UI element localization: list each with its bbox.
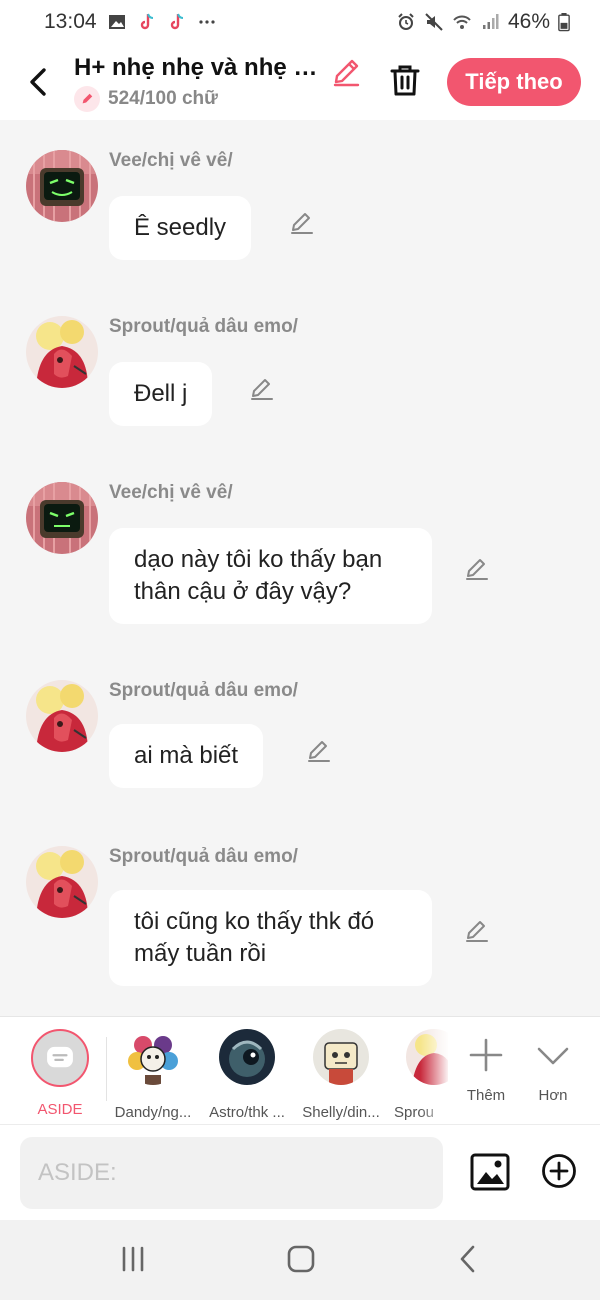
character-label: Astro/thk ... — [209, 1104, 285, 1121]
message-bubble[interactable]: Ê seedly — [109, 196, 252, 260]
character-astro[interactable]: Astro/thk ... — [204, 1029, 290, 1121]
character-label: Shelly/din... — [302, 1104, 380, 1121]
plus-icon — [469, 1038, 503, 1072]
wifi-icon — [453, 15, 471, 29]
edit-message-icon[interactable] — [249, 376, 275, 402]
message-bubble[interactable]: dạo này tôi ko thấy bạn thân cậu ở đây v… — [109, 528, 432, 624]
chat-message: Vee/chị vê vê/ Ê seedly — [0, 150, 600, 270]
message-bubble[interactable]: tôi cũng ko thấy thk đó mấy tuần rồi — [109, 890, 432, 986]
speaker-name: Vee/chị vê vê/ — [109, 150, 233, 171]
character-label: ASIDE — [37, 1101, 83, 1118]
edit-title-icon[interactable] — [330, 56, 362, 88]
character-aside[interactable]: ASIDE — [18, 1029, 102, 1118]
speaker-name: Sprout/quả dâu emo/ — [109, 316, 298, 337]
battery-percent: 46% — [507, 10, 550, 33]
pencil-icon — [74, 86, 100, 112]
gallery-icon — [108, 15, 125, 29]
scroll-fade — [420, 1017, 450, 1125]
character-shelly[interactable]: Shelly/din... — [298, 1029, 384, 1121]
edit-message-icon[interactable] — [464, 918, 490, 944]
edit-message-icon[interactable] — [464, 556, 490, 582]
message-bubble[interactable]: ai mà biết — [109, 724, 264, 788]
more-dots-icon — [198, 20, 215, 24]
back-icon[interactable] — [24, 62, 54, 102]
edit-message-icon[interactable] — [289, 210, 315, 236]
tiktok-icon — [140, 13, 153, 30]
aside-icon — [31, 1029, 89, 1087]
status-bar: 13:04 46% — [0, 0, 600, 44]
add-circle-icon[interactable] — [541, 1153, 577, 1189]
shelly-avatar — [313, 1029, 369, 1085]
character-dandy[interactable]: Dandy/ng... — [110, 1029, 196, 1121]
tiktok-icon — [170, 13, 183, 30]
sprout-avatar[interactable] — [26, 680, 98, 752]
astro-avatar — [219, 1029, 275, 1085]
chat-message: Vee/chị vê vê/ dạo này tôi ko thấy bạn t… — [0, 482, 600, 642]
sprout-avatar[interactable] — [26, 846, 98, 918]
speaker-name: Sprout/quả dâu emo/ — [109, 680, 298, 701]
message-bubble[interactable]: Đell j — [109, 362, 213, 426]
status-time: 13:04 — [44, 10, 97, 33]
dandy-avatar — [125, 1029, 181, 1085]
recent-apps-icon[interactable] — [116, 1244, 150, 1274]
speaker-name: Vee/chị vê vê/ — [109, 482, 233, 503]
battery-icon — [558, 13, 570, 32]
alarm-icon — [398, 13, 414, 30]
image-icon[interactable] — [470, 1153, 510, 1191]
edit-message-icon[interactable] — [306, 738, 332, 764]
vee-avatar[interactable] — [26, 482, 98, 554]
add-label: Thêm — [466, 1087, 506, 1104]
back-nav-icon[interactable] — [452, 1244, 486, 1274]
divider — [106, 1037, 107, 1101]
trash-icon[interactable] — [388, 62, 422, 98]
compose-bar — [0, 1124, 600, 1220]
add-character-button[interactable]: Thêm — [458, 1029, 514, 1104]
chat-message: Sprout/quả dâu emo/ ai mà biết — [0, 680, 600, 800]
chat-list: Vee/chị vê vê/ Ê seedly Sprout/quả dâu e… — [0, 120, 600, 1016]
system-nav-bar — [0, 1220, 600, 1300]
more-label: Hơn — [538, 1087, 568, 1104]
aside-input[interactable] — [20, 1137, 443, 1209]
mute-icon — [425, 13, 443, 31]
chat-message: Sprout/quả dâu emo/ Đell j — [0, 316, 600, 436]
word-count: 524/100 chữ — [108, 88, 218, 109]
speaker-name: Sprout/quả dâu emo/ — [109, 846, 298, 867]
story-title[interactable]: H+ nhẹ nhẹ và nhẹ nhàng — [74, 54, 329, 82]
character-label: Dandy/ng... — [114, 1104, 192, 1121]
home-icon[interactable] — [284, 1244, 318, 1274]
signal-icon — [482, 14, 499, 29]
sprout-avatar[interactable] — [26, 316, 98, 388]
character-picker: ASIDE Dandy/ng... Astro/thk ... Shelly/d… — [0, 1016, 600, 1125]
vee-avatar[interactable] — [26, 150, 98, 222]
editor-header: H+ nhẹ nhẹ và nhẹ nhàng 524/100 chữ Tiếp… — [0, 44, 600, 120]
next-button[interactable]: Tiếp theo — [447, 58, 581, 106]
title-block: H+ nhẹ nhẹ và nhẹ nhàng 524/100 chữ — [74, 54, 329, 112]
more-characters-button[interactable]: Hơn — [526, 1029, 580, 1104]
chat-message: Sprout/quả dâu emo/ tôi cũng ko thấy thk… — [0, 846, 600, 1016]
chevron-down-icon — [537, 1047, 569, 1065]
